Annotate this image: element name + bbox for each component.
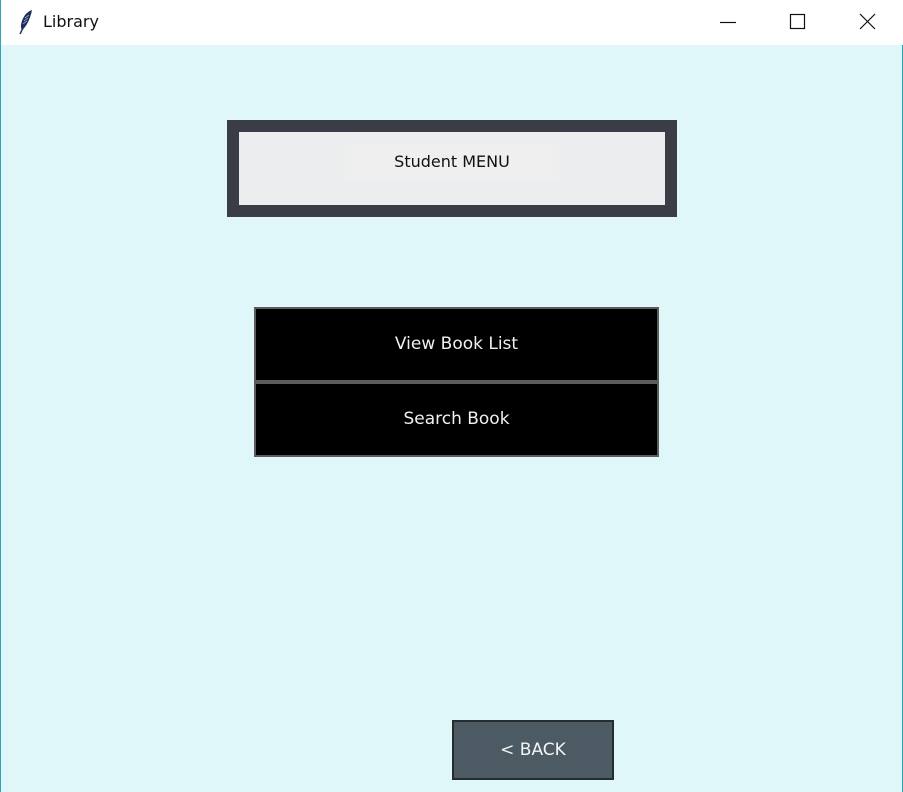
maximize-icon — [789, 13, 806, 30]
minimize-icon — [720, 21, 736, 24]
close-button[interactable] — [844, 0, 890, 45]
window-title: Library — [43, 12, 99, 31]
search-book-button[interactable]: Search Book — [254, 382, 659, 457]
close-icon — [859, 13, 876, 30]
maximize-button[interactable] — [774, 0, 820, 45]
menu-header-frame: Student MENU — [227, 120, 677, 217]
view-book-list-button[interactable]: View Book List — [254, 307, 659, 382]
app-window: Library Student MENU View Book List Sear… — [0, 0, 903, 792]
feather-icon — [17, 9, 35, 35]
back-button[interactable]: < BACK — [452, 720, 614, 780]
menu-heading: Student MENU — [345, 143, 559, 181]
title-bar[interactable]: Library — [1, 0, 903, 45]
minimize-button[interactable] — [705, 0, 751, 45]
